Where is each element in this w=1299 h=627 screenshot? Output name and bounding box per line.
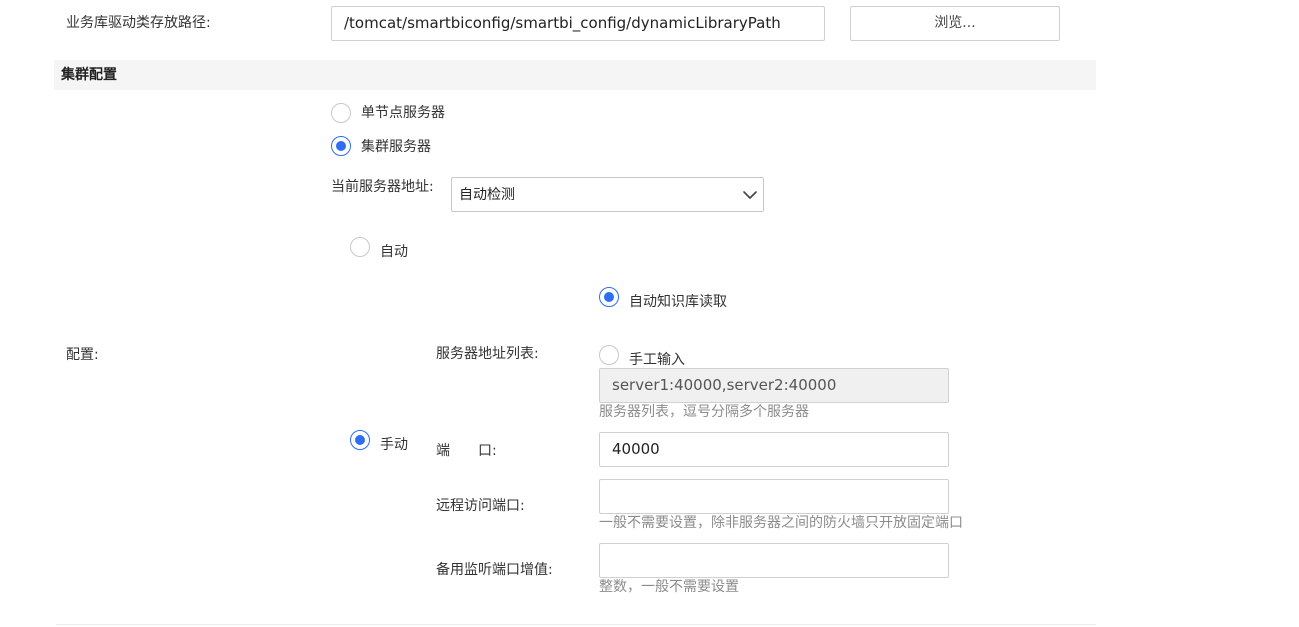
remote-port-label: 远程访问端口: — [436, 498, 525, 514]
backup-port-hint: 整数，一般不需要设置 — [599, 579, 739, 595]
manual-input-radio[interactable] — [599, 345, 619, 365]
bottom-divider — [56, 624, 1096, 625]
auto-read-label: 自动知识库读取 — [629, 294, 727, 310]
backup-port-input[interactable] — [599, 543, 949, 578]
server-list-input[interactable]: server1:40000,server2:40000 — [599, 368, 949, 403]
radio-dot — [336, 141, 346, 151]
single-node-label: 单节点服务器 — [361, 105, 445, 121]
server-list-hint: 服务器列表，逗号分隔多个服务器 — [599, 404, 809, 420]
port-input[interactable]: 40000 — [599, 432, 949, 467]
single-node-radio[interactable] — [331, 103, 351, 123]
backup-port-label: 备用监听端口增值: — [436, 562, 553, 578]
chevron-down-icon — [743, 191, 757, 199]
auto-read-radio[interactable] — [599, 287, 619, 307]
driver-path-input[interactable]: /tomcat/smartbiconfig/smartbi_config/dyn… — [331, 6, 825, 41]
current-server-label: 当前服务器地址: — [331, 179, 434, 195]
radio-dot — [604, 292, 614, 302]
auto-config-radio[interactable] — [350, 237, 370, 257]
browse-button[interactable]: 浏览... — [850, 6, 1060, 41]
current-server-value: 自动检测 — [459, 187, 515, 203]
cluster-label: 集群服务器 — [361, 139, 431, 155]
section-title: 集群配置 — [61, 67, 117, 83]
current-server-select[interactable]: 自动检测 — [451, 177, 764, 212]
remote-port-input[interactable] — [599, 479, 949, 514]
manual-config-label: 手动 — [380, 437, 408, 453]
manual-input-label: 手工输入 — [629, 352, 685, 368]
config-label: 配置: — [66, 347, 99, 363]
port-label: 端 口: — [436, 443, 497, 459]
auto-config-label: 自动 — [380, 244, 408, 260]
cluster-section-header: 集群配置 — [54, 60, 1096, 90]
radio-dot — [355, 435, 365, 445]
remote-port-hint: 一般不需要设置，除非服务器之间的防火墙只开放固定端口 — [599, 515, 963, 531]
cluster-radio[interactable] — [331, 136, 351, 156]
server-list-label: 服务器地址列表: — [436, 346, 539, 362]
driver-path-label: 业务库驱动类存放路径: — [66, 15, 211, 31]
manual-config-radio[interactable] — [350, 430, 370, 450]
